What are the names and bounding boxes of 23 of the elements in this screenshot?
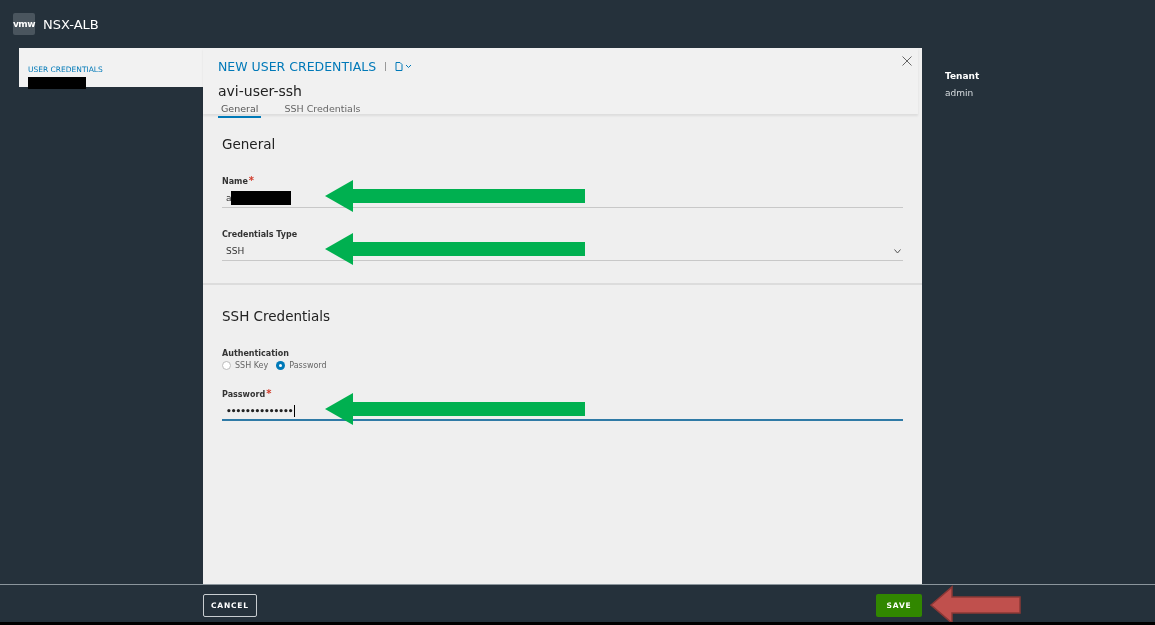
required-mark: * (248, 177, 255, 185)
radio-button[interactable] (222, 361, 231, 370)
field-label: Name (222, 177, 248, 186)
tab[interactable]: SSH Credentials (281, 103, 364, 118)
field-label: Password (222, 390, 266, 399)
radio-label[interactable]: SSH Key (235, 361, 269, 370)
required-mark: * (266, 390, 272, 398)
document-icon[interactable] (395, 62, 413, 71)
close-icon[interactable] (902, 56, 912, 66)
section-title: SSH Credentials (222, 308, 331, 324)
field-label: Credentials Type (222, 230, 298, 239)
radio-label[interactable]: Password (289, 361, 327, 370)
modal-title: NEW USER CREDENTIALS (218, 59, 377, 74)
app-title: NSX-ALB (43, 16, 99, 32)
object-name: avi-user-ssh (218, 83, 302, 99)
section-title: General (222, 136, 276, 152)
tenant-label: Tenant (945, 71, 980, 81)
radio-button[interactable] (276, 361, 286, 370)
logo: vmw (13, 13, 35, 35)
field-label: Authentication (222, 349, 289, 358)
tab[interactable]: General (218, 103, 262, 118)
tenant-name: admin (945, 88, 974, 98)
chevron-down-icon (894, 248, 901, 254)
